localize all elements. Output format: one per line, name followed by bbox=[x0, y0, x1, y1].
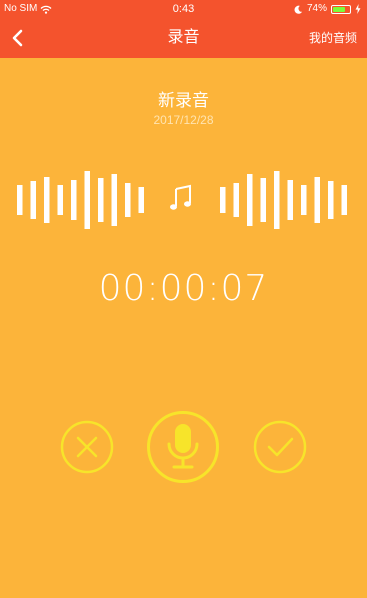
cancel-button[interactable] bbox=[60, 420, 114, 479]
waveform-bar-left-9 bbox=[125, 183, 131, 217]
waveform-bar-right-7 bbox=[301, 185, 307, 215]
waveform-bar-right-5 bbox=[274, 171, 280, 229]
music-note-icon bbox=[170, 184, 191, 210]
moon-icon bbox=[294, 5, 303, 14]
battery-fill bbox=[333, 6, 345, 12]
my-audio-link[interactable]: 我的音频 bbox=[309, 18, 357, 58]
battery-percent: 74% bbox=[306, 3, 327, 14]
waveform bbox=[17, 171, 347, 229]
status-right: 74% bbox=[294, 0, 361, 18]
nav-bar: 录音 我的音频 bbox=[0, 18, 367, 58]
confirm-icon bbox=[253, 420, 307, 474]
elapsed-timer: 00:00:07 bbox=[98, 268, 269, 309]
waveform-bar-left-2 bbox=[30, 181, 36, 219]
waveform-bar-left-10 bbox=[138, 187, 144, 213]
charging-icon bbox=[355, 4, 361, 14]
confirm-button[interactable] bbox=[253, 420, 307, 479]
waveform-bar-right-10 bbox=[341, 185, 347, 215]
record-button[interactable] bbox=[146, 410, 220, 489]
waveform-bar-right-6 bbox=[287, 180, 293, 220]
waveform-bar-right-9 bbox=[328, 181, 334, 219]
waveform-bar-right-4 bbox=[260, 178, 266, 222]
waveform-bar-right-8 bbox=[314, 177, 320, 223]
waveform-bar-left-4 bbox=[57, 185, 63, 215]
waveform-bars bbox=[17, 171, 347, 229]
waveform-bar-right-3 bbox=[247, 174, 253, 226]
recording-date: 2017/12/28 bbox=[153, 113, 214, 127]
waveform-bar-left-6 bbox=[84, 171, 90, 229]
cancel-icon bbox=[60, 420, 114, 474]
microphone-icon bbox=[147, 411, 219, 483]
waveform-bar-left-1 bbox=[17, 185, 23, 215]
waveform-bar-left-8 bbox=[111, 174, 117, 226]
battery-icon bbox=[331, 4, 351, 14]
recording-name: 新录音 bbox=[158, 91, 209, 110]
status-bar: No SIM 0:43 74% bbox=[0, 0, 367, 18]
waveform-bar-left-7 bbox=[98, 178, 104, 222]
waveform-bar-right-2 bbox=[233, 183, 239, 217]
waveform-bar-right-1 bbox=[220, 187, 226, 213]
waveform-bar-left-3 bbox=[44, 177, 50, 223]
waveform-bar-left-5 bbox=[71, 180, 77, 220]
